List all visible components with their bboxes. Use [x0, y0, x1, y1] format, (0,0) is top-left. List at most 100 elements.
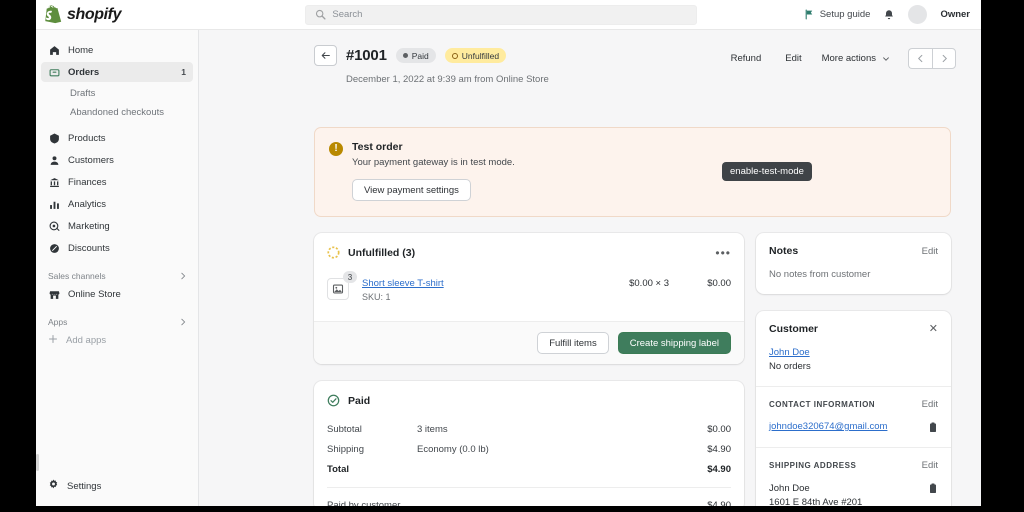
shipping-address-line-1: John Doe: [769, 483, 810, 494]
product-link[interactable]: Short sleeve T-shirt: [362, 278, 597, 289]
plus-icon: [48, 334, 58, 347]
summary-mid-shipping: Economy (0.0 lb): [417, 444, 489, 455]
notes-text: No notes from customer: [769, 269, 871, 280]
banner-title: Test order: [352, 141, 403, 153]
sidebar-group-apps[interactable]: Apps: [48, 317, 187, 327]
sidebar-item-discounts[interactable]: Discounts: [41, 238, 193, 258]
sidebar-label-customers: Customers: [68, 154, 114, 166]
bell-icon[interactable]: [883, 9, 895, 21]
sidebar-item-add-apps[interactable]: Add apps: [41, 330, 193, 350]
summary-row-paid-by-customer: Paid by customer $4.90: [327, 488, 731, 508]
notes-edit-button[interactable]: Edit: [922, 246, 938, 257]
close-icon[interactable]: ✕: [929, 323, 938, 335]
sidebar-label-discounts: Discounts: [68, 242, 110, 254]
sidebar-item-analytics[interactable]: Analytics: [41, 194, 193, 214]
copy-icon[interactable]: [928, 483, 938, 494]
sidebar-label-finances: Finances: [68, 176, 107, 188]
sidebar-nav: Home Orders 1 Drafts Abandoned checkouts…: [36, 30, 198, 350]
order-header-actions: Refund Edit More actions: [719, 48, 956, 69]
customer-section: Customer ✕ John Doe No orders: [756, 311, 951, 386]
sidebar-group-label-sales-channels: Sales channels: [48, 271, 106, 281]
edit-button[interactable]: Edit: [773, 53, 813, 64]
sidebar-item-online-store[interactable]: Online Store: [41, 284, 193, 304]
contact-edit-button[interactable]: Edit: [922, 399, 938, 410]
fulfillment-card: Unfulfilled (3) ••• 3 Short sleeve T-shi…: [314, 233, 744, 364]
sidebar-label-products: Products: [68, 132, 106, 144]
order-timestamp: December 1, 2022 at 9:39 am from Online …: [346, 74, 549, 85]
setup-guide-button[interactable]: Setup guide: [804, 9, 871, 20]
summary-value-subtotal: $0.00: [707, 424, 731, 435]
sidebar-item-finances[interactable]: Finances: [41, 172, 193, 192]
sidebar-scrollbar[interactable]: [36, 454, 39, 471]
sidebar-item-marketing[interactable]: Marketing: [41, 216, 193, 236]
screen-root: shopify Setup guide: [0, 0, 1024, 512]
customer-email[interactable]: johndoe320674@gmail.com: [769, 421, 887, 432]
shipping-edit-button[interactable]: Edit: [922, 460, 938, 471]
fulfill-items-button[interactable]: Fulfill items: [537, 332, 609, 354]
customer-title: Customer: [769, 323, 819, 335]
search-box[interactable]: [305, 4, 698, 25]
sidebar-label-add-apps: Add apps: [66, 334, 107, 346]
sidebar-item-drafts[interactable]: Drafts: [41, 84, 193, 103]
chevron-right-icon: [942, 54, 947, 63]
sidebar-label-home: Home: [68, 44, 94, 56]
top-bar: shopify Setup guide: [36, 0, 981, 30]
back-button[interactable]: [314, 45, 337, 66]
sidebar-item-products[interactable]: Products: [41, 128, 193, 148]
product-sku: SKU: 1: [362, 292, 391, 302]
top-bar-right: Setup guide Owner: [804, 5, 981, 24]
sidebar-item-customers[interactable]: Customers: [41, 150, 193, 170]
summary-row-total: Total $4.90: [327, 464, 731, 475]
unfulfilled-ring-icon: [327, 246, 340, 259]
line-item-row: 3 Short sleeve T-shirt SKU: 1 $0.00 × 3 …: [314, 259, 744, 302]
summary-value-total: $4.90: [707, 464, 731, 475]
view-payment-settings-button[interactable]: View payment settings: [352, 179, 471, 201]
shipping-address-section: SHIPPING ADDRESS Edit John Doe 1601 E 84…: [756, 447, 951, 508]
shipping-address-lines: John Doe 1601 E 84th Ave #201 Anchorage …: [769, 482, 862, 508]
summary-label-subtotal: Subtotal: [327, 424, 362, 435]
chevron-right-icon: [181, 318, 186, 326]
arrow-left-icon: [321, 52, 330, 59]
status-badge-unfulfilled: Unfulfilled: [444, 48, 507, 63]
status-badge-paid: Paid: [395, 48, 436, 63]
sidebar-item-settings[interactable]: Settings: [41, 476, 108, 496]
customer-name-link[interactable]: John Doe: [769, 347, 938, 358]
sidebar-label-abandoned-checkouts: Abandoned checkouts: [70, 107, 165, 118]
products-tag-icon: [48, 132, 60, 144]
sidebar-item-orders[interactable]: Orders 1: [41, 62, 193, 82]
copy-icon[interactable]: [928, 422, 938, 433]
previous-order-button[interactable]: [908, 48, 932, 69]
more-horizontal-icon[interactable]: •••: [715, 247, 731, 259]
main-content: #1001 Paid Unfulfilled December 1, 2022 …: [199, 30, 981, 508]
warning-icon: !: [329, 142, 343, 156]
avatar[interactable]: [908, 5, 928, 24]
letterbox-left: [0, 0, 36, 512]
fulfillment-title: Unfulfilled (3): [348, 246, 416, 259]
setup-guide-label: Setup guide: [819, 9, 871, 20]
search-input[interactable]: [332, 9, 688, 20]
more-actions-button[interactable]: More actions: [814, 53, 902, 64]
sidebar-item-abandoned-checkouts[interactable]: Abandoned checkouts: [41, 103, 193, 122]
sidebar-item-home[interactable]: Home: [41, 40, 193, 60]
shopify-bag-icon: [45, 5, 62, 24]
sidebar-group-sales-channels[interactable]: Sales channels: [48, 271, 187, 281]
right-column: Notes Edit No notes from customer Custom…: [756, 233, 951, 508]
next-order-button[interactable]: [932, 48, 956, 69]
sidebar-label-analytics: Analytics: [68, 198, 107, 210]
quantity-badge: 3: [343, 271, 357, 283]
chevron-left-icon: [917, 54, 923, 63]
customers-person-icon: [48, 154, 60, 166]
orders-bag-icon: [48, 66, 60, 78]
letterbox-right: [981, 0, 1024, 512]
line-item-info: Short sleeve T-shirt SKU: 1: [362, 278, 597, 302]
check-circle-icon: [327, 394, 340, 407]
notes-title: Notes: [769, 245, 799, 257]
summary-label-total: Total: [327, 464, 349, 475]
order-header: #1001 Paid Unfulfilled December 1, 2022 …: [314, 45, 956, 95]
refund-button[interactable]: Refund: [719, 53, 774, 64]
letterbox-bottom: [0, 506, 1024, 512]
unfulfilled-dot-icon: [451, 52, 458, 59]
sidebar-label-orders: Orders: [68, 66, 100, 78]
create-shipping-label-button[interactable]: Create shipping label: [617, 332, 731, 354]
brand-logo[interactable]: shopify: [36, 5, 199, 24]
